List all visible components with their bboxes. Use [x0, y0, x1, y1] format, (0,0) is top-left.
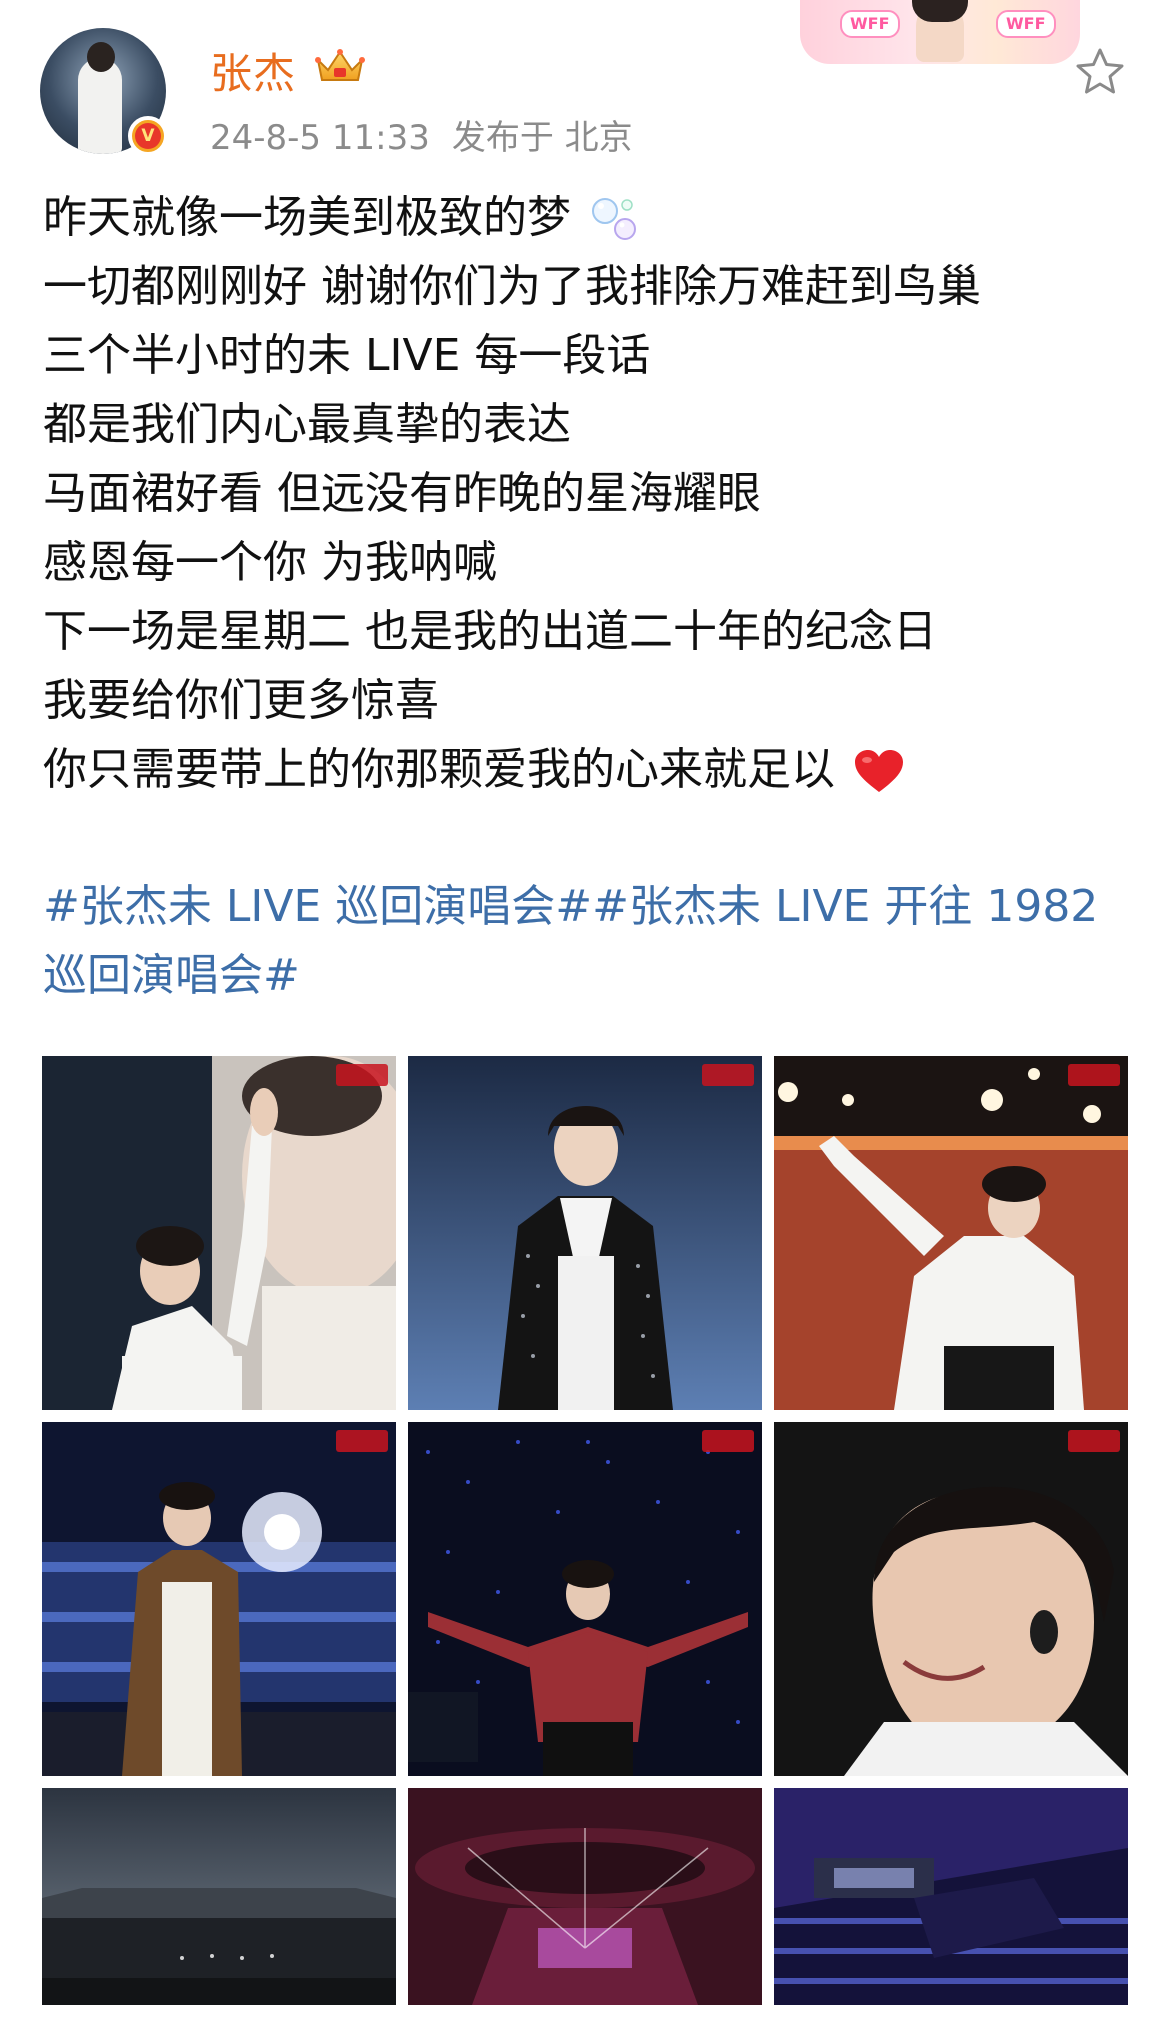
post-line-3: 三个半小时的未 LIVE 每一段话	[43, 330, 651, 381]
avatar-figure	[78, 58, 122, 154]
concert-logo-tag	[1068, 1430, 1120, 1452]
photo-6-image	[774, 1422, 1128, 1776]
photo-5[interactable]	[408, 1422, 762, 1776]
photo-8[interactable]	[408, 1788, 762, 2005]
red-heart-emoji	[855, 750, 903, 792]
hashtag-tour-1982-end[interactable]: 巡回演唱会#	[43, 950, 300, 1001]
fan-tag-left: WFF	[840, 10, 900, 38]
fan-card-decoration[interactable]: WFF WFF	[800, 0, 1080, 64]
post-line-6: 感恩每一个你 为我呐喊	[43, 537, 497, 588]
photo-grid	[42, 1056, 1128, 2005]
concert-logo-tag	[702, 1430, 754, 1452]
hashtag-block: #张杰未 LIVE 巡回演唱会##张杰未 LIVE 开往 1982 巡回演唱会#	[43, 872, 1143, 1010]
post-location: 发布于 北京	[451, 118, 633, 158]
post-line-5: 马面裙好看 但远没有昨晚的星海耀眼	[43, 468, 761, 519]
concert-logo-tag	[336, 1430, 388, 1452]
post-line-7: 下一场是星期二 也是我的出道二十年的纪念日	[43, 606, 937, 657]
hashtag-line-1: #张杰未 LIVE 巡回演唱会##张杰未 LIVE 开往 1982	[43, 872, 1143, 941]
photo-4[interactable]	[42, 1422, 396, 1776]
author-name[interactable]: 张杰	[210, 40, 296, 101]
favorite-star-icon[interactable]	[1072, 44, 1128, 100]
avatar-head	[87, 42, 115, 72]
verified-badge-icon: V	[128, 116, 168, 156]
photo-5-image	[408, 1422, 762, 1776]
post-header: V 张杰 24-8-5 11:33 发布于 北京 WFF WFF	[0, 0, 1170, 170]
photo-2-image	[408, 1056, 762, 1410]
bubble-emoji	[592, 198, 636, 240]
post-line-8: 我要给你们更多惊喜	[43, 675, 439, 726]
hashtag-line-2: 巡回演唱会#	[43, 941, 1143, 1010]
post-line-text: 昨天就像一场美到极致的梦	[43, 192, 571, 243]
photo-7-image	[42, 1788, 396, 2005]
vip-crown-icon	[315, 49, 365, 81]
concert-logo-tag	[702, 1064, 754, 1086]
post-time: 24-8-5 11:33	[210, 118, 430, 158]
photo-3-image	[774, 1056, 1128, 1410]
photo-8-image	[408, 1788, 762, 2005]
post-meta: 24-8-5 11:33 发布于 北京	[210, 110, 655, 159]
photo-9[interactable]	[774, 1788, 1128, 2005]
hashtag-tour[interactable]: #张杰未 LIVE 巡回演唱会#	[43, 881, 592, 932]
photo-4-image	[42, 1422, 396, 1776]
photo-9-image	[774, 1788, 1128, 2005]
hashtag-tour-1982[interactable]: #张杰未 LIVE 开往 1982	[592, 881, 1098, 932]
verified-badge-text: V	[135, 123, 161, 149]
concert-logo-tag	[336, 1064, 388, 1086]
photo-7[interactable]	[42, 1788, 396, 2005]
photo-1[interactable]	[42, 1056, 396, 1410]
post-line-text: 你只需要带上的你那颗爱我的心来就足以	[43, 744, 835, 795]
post-line-9: 你只需要带上的你那颗爱我的心来就足以	[43, 735, 1143, 804]
photo-2[interactable]	[408, 1056, 762, 1410]
post-line-4: 都是我们内心最真挚的表达	[43, 399, 571, 450]
post-body: 昨天就像一场美到极致的梦 一切都刚刚好 谢谢你们为了我排除万难赶到鸟巢 三个半小…	[43, 183, 1143, 804]
photo-3[interactable]	[774, 1056, 1128, 1410]
photo-1-image	[42, 1056, 396, 1410]
post-line-1: 昨天就像一场美到极致的梦	[43, 183, 1143, 252]
post-line-2: 一切都刚刚好 谢谢你们为了我排除万难赶到鸟巢	[43, 261, 981, 312]
fan-tag-right: WFF	[996, 10, 1056, 38]
photo-6[interactable]	[774, 1422, 1128, 1776]
concert-logo-tag	[1068, 1064, 1120, 1086]
